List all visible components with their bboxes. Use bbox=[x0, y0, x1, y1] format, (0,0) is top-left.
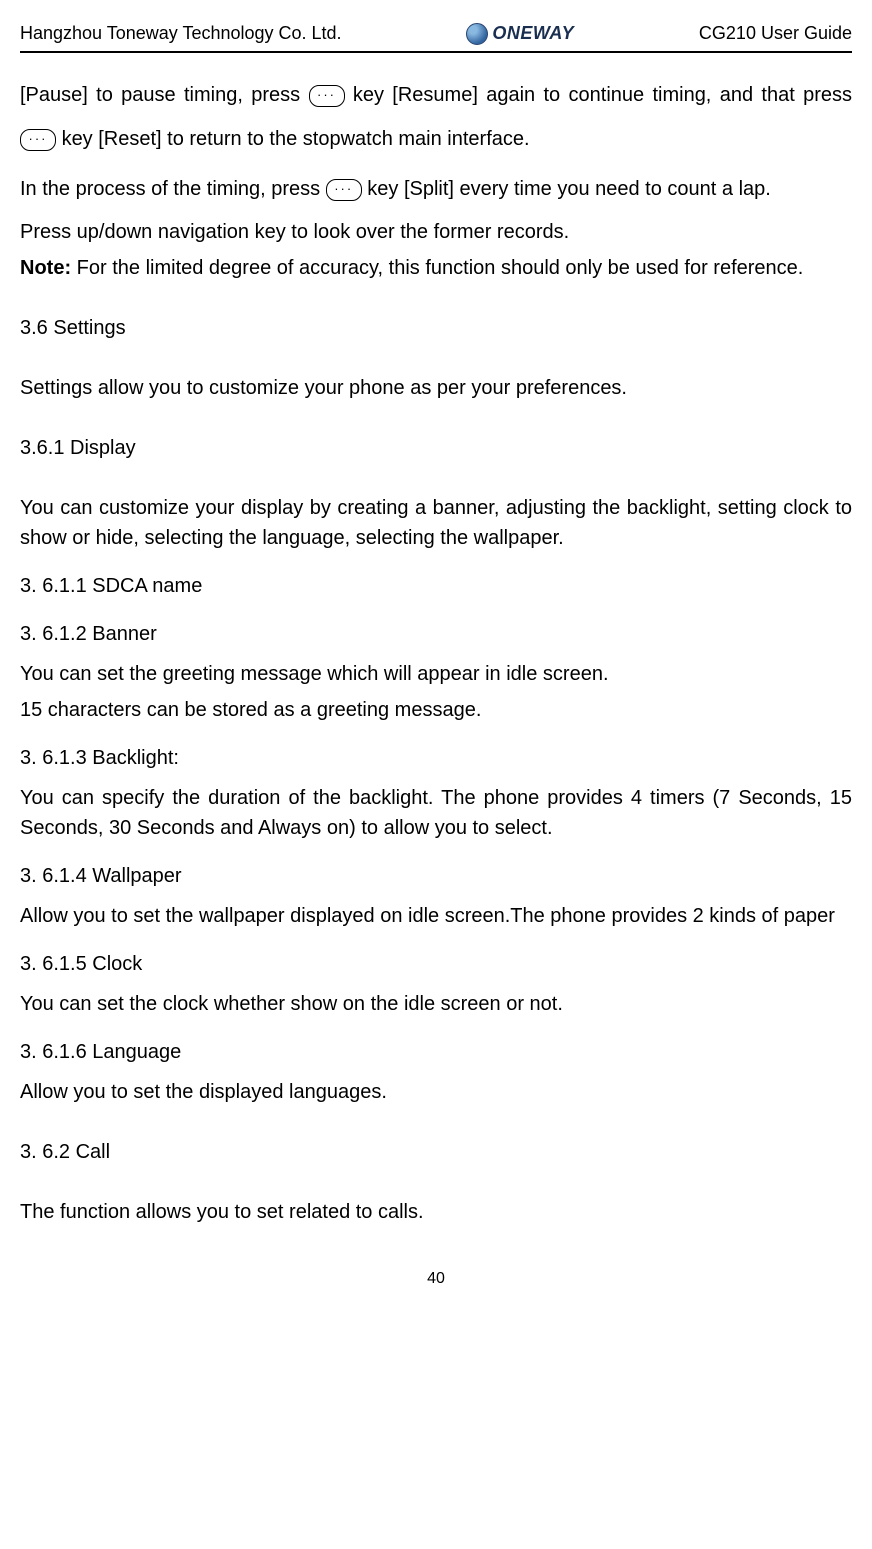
heading-3-6: 3.6 Settings bbox=[20, 313, 852, 343]
text-pause-c: key [Reset] to return to the stopwatch m… bbox=[62, 128, 530, 150]
heading-3-6-1-1: 3. 6.1.1 SDCA name bbox=[20, 571, 852, 601]
paragraph-pause-resume: [Pause] to pause timing, press ··· key [… bbox=[20, 73, 852, 161]
page-header: Hangzhou Toneway Technology Co. Ltd. ONE… bbox=[20, 20, 852, 53]
text-3-6-1-2b: 15 characters can be stored as a greetin… bbox=[20, 695, 852, 725]
heading-3-6-1-5: 3. 6.1.5 Clock bbox=[20, 949, 852, 979]
softkey-icon: ··· bbox=[326, 179, 362, 201]
heading-3-6-1-3: 3. 6.1.3 Backlight: bbox=[20, 743, 852, 773]
text-3-6-1-3: You can specify the duration of the back… bbox=[20, 783, 852, 843]
paragraph-split: In the process of the timing, press ··· … bbox=[20, 167, 852, 211]
text-3-6: Settings allow you to customize your pho… bbox=[20, 373, 852, 403]
heading-3-6-2: 3. 6.2 Call bbox=[20, 1137, 852, 1167]
text-pause-b: key [Resume] again to continue timing, a… bbox=[353, 84, 852, 106]
text-split-a: In the process of the timing, press bbox=[20, 178, 326, 200]
note-text: For the limited degree of accuracy, this… bbox=[71, 257, 803, 279]
note-label: Note: bbox=[20, 257, 71, 279]
text-3-6-1-6: Allow you to set the displayed languages… bbox=[20, 1077, 852, 1107]
text-split-b: key [Split] every time you need to count… bbox=[367, 178, 771, 200]
text-3-6-2: The function allows you to set related t… bbox=[20, 1197, 852, 1227]
doc-title: CG210 User Guide bbox=[699, 20, 852, 47]
text-3-6-1-4: Allow you to set the wallpaper displayed… bbox=[20, 901, 852, 931]
heading-3-6-1: 3.6.1 Display bbox=[20, 433, 852, 463]
page-number: 40 bbox=[20, 1267, 852, 1291]
logo-text: ONEWAY bbox=[492, 20, 574, 47]
text-3-6-1: You can customize your display by creati… bbox=[20, 493, 852, 553]
softkey-icon: ··· bbox=[20, 129, 56, 151]
text-3-6-1-5: You can set the clock whether show on th… bbox=[20, 989, 852, 1019]
heading-3-6-1-4: 3. 6.1.4 Wallpaper bbox=[20, 861, 852, 891]
heading-3-6-1-6: 3. 6.1.6 Language bbox=[20, 1037, 852, 1067]
text-3-6-1-2a: You can set the greeting message which w… bbox=[20, 659, 852, 689]
company-name: Hangzhou Toneway Technology Co. Ltd. bbox=[20, 20, 342, 47]
softkey-icon: ··· bbox=[309, 85, 345, 107]
logo-globe-icon bbox=[466, 23, 488, 45]
heading-3-6-1-2: 3. 6.1.2 Banner bbox=[20, 619, 852, 649]
paragraph-nav: Press up/down navigation key to look ove… bbox=[20, 217, 852, 247]
logo: ONEWAY bbox=[466, 20, 574, 47]
paragraph-note: Note: For the limited degree of accuracy… bbox=[20, 253, 852, 283]
text-pause-a: [Pause] to pause timing, press bbox=[20, 84, 309, 106]
